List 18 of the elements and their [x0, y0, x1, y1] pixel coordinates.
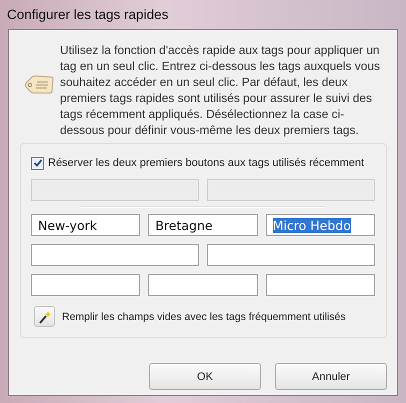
tag-field[interactable]: New-york: [31, 214, 140, 236]
tag-field[interactable]: [266, 274, 375, 296]
fill-button[interactable]: [34, 306, 55, 327]
tag-field[interactable]: Bretagne: [148, 214, 258, 236]
tag-field[interactable]: [31, 274, 140, 296]
dialog-button[interactable]: OK: [149, 363, 261, 390]
tag-field[interactable]: [31, 244, 199, 266]
tag-icon: [24, 74, 54, 96]
tag-field[interactable]: [207, 244, 375, 266]
reserve-checkbox[interactable]: [31, 156, 44, 170]
tag-field[interactable]: [148, 274, 258, 296]
description-text: Utilisez la fonction d'accès rapide aux tags pour appliquer un tag en un seul clic. Entrez ci-dessous les tags auxquels vous souhaitez accéder en un seul clic. Par défaut, les deux premiers tags rapides sont utilisés pour assurer le suivi des tags récemment appliqués. Désélectionnez la case ci-dessous pour définir vous-même les deux premiers tags.: [60, 42, 381, 138]
dialog-button[interactable]: Annuler: [275, 363, 387, 390]
tag-field[interactable]: Micro Hebdo: [266, 214, 375, 236]
window-title: Configurer les tags rapides: [7, 7, 168, 22]
magic-wand-icon: [38, 310, 52, 324]
fill-label: Remplir les champs vides avec les tags fréquemment utilisés: [62, 310, 346, 322]
checkbox-label: Réserver les deux premiers boutons aux tags utilisés récemment: [48, 157, 364, 169]
